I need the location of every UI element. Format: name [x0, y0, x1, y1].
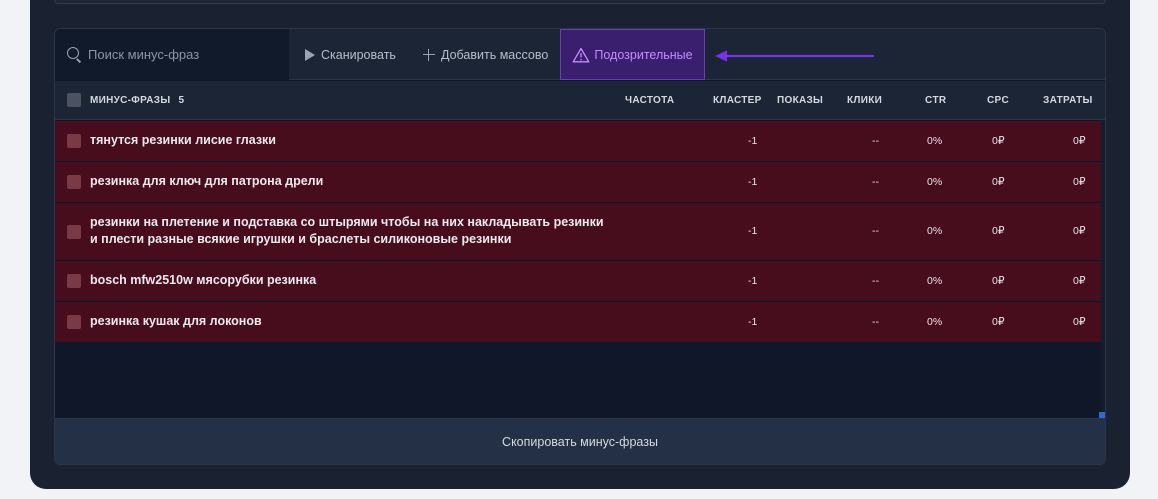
row-cost: 0₽	[1073, 135, 1086, 147]
table-row[interactable]: резинки на плетение и подставка со штыря…	[55, 203, 1101, 260]
minus-phrases-panel: Сканировать Добавить массово Подозритель…	[54, 28, 1106, 465]
row-cost: 0₽	[1073, 176, 1086, 188]
search-icon	[67, 46, 83, 63]
play-icon	[305, 48, 315, 61]
column-header-cluster[interactable]: КЛАСТЕР	[713, 81, 762, 120]
previous-panel-edge	[54, 0, 1106, 4]
table-row[interactable]: bosch mfw2510w мясорубки резинка -1 -- 0…	[55, 261, 1101, 301]
row-cluster: -1	[748, 176, 758, 188]
row-cpc: 0₽	[992, 316, 1005, 328]
row-cluster: -1	[748, 316, 758, 328]
scrollbar[interactable]	[1101, 120, 1105, 418]
row-cluster: -1	[748, 225, 758, 237]
row-checkbox[interactable]	[67, 225, 81, 239]
column-header-impressions[interactable]: ПОКАЗЫ	[777, 81, 823, 120]
row-cpc: 0₽	[992, 176, 1005, 188]
row-ctr: 0%	[927, 225, 943, 237]
scan-button-label: Сканировать	[321, 47, 396, 62]
search-input[interactable]	[88, 47, 278, 62]
table-header: МИНУС-ФРАЗЫ 5 ЧАСТОТА КЛАСТЕР ПОКАЗЫ КЛИ…	[55, 81, 1105, 120]
select-all-checkbox[interactable]	[67, 93, 81, 107]
row-ctr: 0%	[927, 316, 943, 328]
row-phrase: резинки на плетение и подставка со штыря…	[90, 215, 604, 246]
column-header-phrases[interactable]: МИНУС-ФРАЗЫ 5	[90, 81, 184, 120]
column-header-clicks[interactable]: КЛИКИ	[847, 81, 882, 120]
warning-icon	[572, 47, 590, 62]
column-header-frequency[interactable]: ЧАСТОТА	[625, 81, 674, 120]
row-cluster: -1	[748, 135, 758, 147]
search-box[interactable]	[55, 29, 289, 80]
row-phrase: тянутся резинки лисие глазки	[90, 133, 276, 147]
suspicious-filter-button[interactable]: Подозрительные	[560, 29, 705, 80]
row-cpc: 0₽	[992, 225, 1005, 237]
column-header-ctr[interactable]: CTR	[925, 81, 946, 120]
table-row[interactable]: резинка кушак для локонов -1 -- 0% 0₽ 0₽	[55, 302, 1101, 342]
row-ctr: 0%	[927, 176, 943, 188]
annotation-arrow-icon	[715, 50, 875, 62]
phrase-count: 5	[178, 95, 185, 106]
row-ctr: 0%	[927, 275, 943, 287]
row-ctr: 0%	[927, 135, 943, 147]
row-checkbox[interactable]	[67, 175, 81, 189]
row-clicks: --	[872, 225, 879, 237]
table-row[interactable]: резинка для ключ для патрона дрели -1 --…	[55, 162, 1101, 202]
table-row[interactable]: тянутся резинки лисие глазки -1 -- 0% 0₽…	[55, 121, 1101, 161]
row-phrase: bosch mfw2510w мясорубки резинка	[90, 273, 317, 287]
suspicious-filter-label: Подозрительные	[594, 47, 693, 62]
row-phrase: резинка для ключ для патрона дрели	[90, 174, 324, 188]
row-checkbox[interactable]	[67, 315, 81, 329]
row-clicks: --	[872, 275, 879, 287]
column-header-cpc[interactable]: CPC	[987, 81, 1009, 120]
toolbar: Сканировать Добавить массово Подозритель…	[55, 29, 1105, 80]
row-cluster: -1	[748, 275, 758, 287]
scan-button[interactable]: Сканировать	[305, 29, 396, 80]
bulk-add-button-label: Добавить массово	[441, 47, 549, 62]
row-cpc: 0₽	[992, 135, 1005, 147]
row-clicks: --	[872, 316, 879, 328]
row-checkbox[interactable]	[67, 134, 81, 148]
row-clicks: --	[872, 135, 879, 147]
row-cost: 0₽	[1073, 316, 1086, 328]
row-cost: 0₽	[1073, 225, 1086, 237]
row-cost: 0₽	[1073, 275, 1086, 287]
bulk-add-button[interactable]: Добавить массово	[423, 29, 548, 80]
row-checkbox[interactable]	[67, 274, 81, 288]
plus-icon	[423, 48, 435, 61]
copy-phrases-label: Скопировать минус-фразы	[502, 434, 658, 449]
copy-phrases-button[interactable]: Скопировать минус-фразы	[55, 418, 1105, 464]
column-header-cost[interactable]: ЗАТРАТЫ	[1043, 81, 1093, 120]
row-clicks: --	[872, 176, 879, 188]
row-phrase: резинка кушак для локонов	[90, 314, 262, 328]
row-cpc: 0₽	[992, 275, 1005, 287]
